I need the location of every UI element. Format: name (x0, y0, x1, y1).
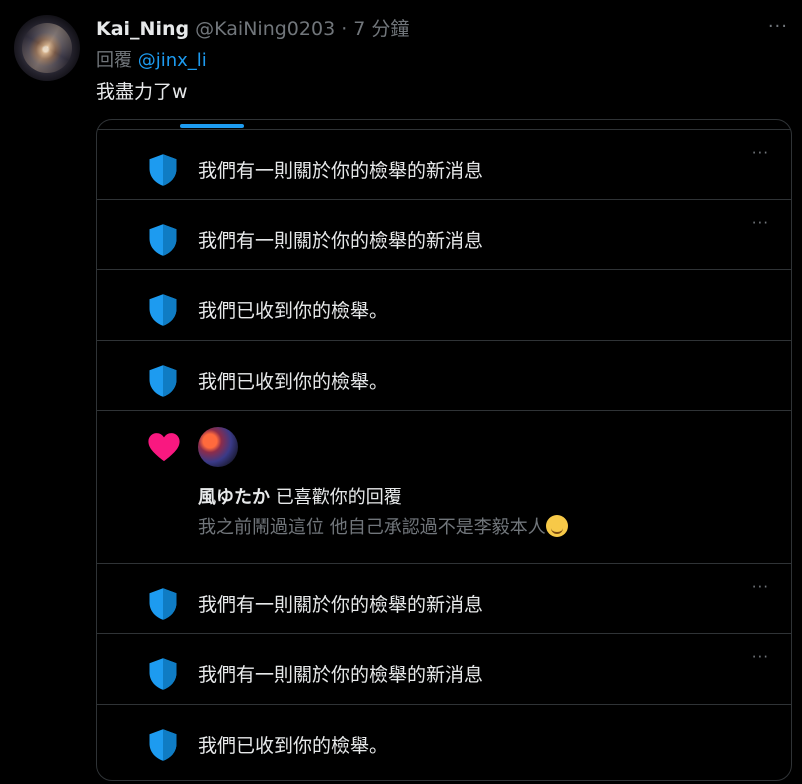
user-handle[interactable]: @KaiNing0203 (195, 18, 335, 40)
more-options-icon[interactable]: ··· (752, 578, 769, 596)
active-tab-indicator (180, 124, 244, 128)
separator: · (341, 18, 348, 40)
display-name[interactable]: Kai_Ning (96, 18, 189, 40)
shield-icon (149, 658, 177, 690)
more-options-icon[interactable]: ··· (752, 214, 769, 232)
notification-text: 我們有一則關於你的檢舉的新消息 (198, 160, 484, 182)
shield-icon (149, 224, 177, 256)
notification-text: 我們有一則關於你的檢舉的新消息 (198, 230, 484, 252)
liked-reply-content: 我之前鬧過這位 他自己承認過不是李毅本人 (198, 517, 546, 538)
shield-icon (149, 154, 177, 186)
tab-bar (97, 120, 791, 130)
smirking-face-icon (545, 515, 568, 537)
shield-icon (149, 588, 177, 620)
notification-text: 我們已收到你的檢舉。 (198, 300, 389, 322)
more-options-icon[interactable]: ··· (768, 16, 788, 37)
shield-icon (149, 294, 177, 326)
like-notification-item[interactable]: 風ゆたか 已喜歡你的回覆 我之前鬧過這位 他自己承認過不是李毅本人 (97, 411, 791, 564)
reply-mention-link[interactable]: @jinx_li (138, 50, 207, 71)
notification-item[interactable]: 我們有一則關於你的檢舉的新消息 ··· (97, 130, 791, 200)
reply-prefix: 回覆 (96, 50, 132, 71)
notification-text: 我們有一則關於你的檢舉的新消息 (198, 594, 484, 616)
more-options-icon[interactable]: ··· (752, 648, 769, 666)
notification-text: 我們已收到你的檢舉。 (198, 371, 389, 393)
attached-image-card[interactable]: 我們有一則關於你的檢舉的新消息 ··· 我們有一則關於你的檢舉的新消息 ··· … (96, 119, 792, 781)
notification-text: 我們已收到你的檢舉。 (198, 735, 389, 757)
liker-avatar[interactable] (198, 427, 238, 467)
like-summary: 風ゆたか 已喜歡你的回覆 (198, 483, 402, 509)
notification-item[interactable]: 我們已收到你的檢舉。 (97, 341, 791, 411)
notification-item[interactable]: 我們已收到你的檢舉。 (97, 705, 791, 780)
shield-icon (149, 729, 177, 761)
galaxy-image (22, 23, 72, 73)
notification-item[interactable]: 我們有一則關於你的檢舉的新消息 ··· (97, 564, 791, 634)
notification-text: 我們有一則關於你的檢舉的新消息 (198, 664, 484, 686)
shield-icon (149, 365, 177, 397)
notification-item[interactable]: 我們有一則關於你的檢舉的新消息 ··· (97, 634, 791, 705)
liker-name[interactable]: 風ゆたか (198, 487, 270, 508)
tweet-text: 我盡力了w (96, 81, 188, 103)
heart-icon (148, 433, 180, 462)
like-action-text: 已喜歡你的回覆 (275, 487, 402, 508)
reply-context: 回覆 @jinx_li (96, 46, 207, 72)
notification-item[interactable]: 我們有一則關於你的檢舉的新消息 ··· (97, 200, 791, 270)
timestamp[interactable]: 7 分鐘 (353, 18, 409, 40)
liked-reply-text: 我之前鬧過這位 他自己承認過不是李毅本人 (198, 513, 568, 539)
author-avatar[interactable] (14, 15, 80, 81)
tweet-header: Kai_Ning @KaiNing0203 · 7 分鐘 (96, 14, 802, 44)
notification-item[interactable]: 我們已收到你的檢舉。 (97, 270, 791, 341)
more-options-icon[interactable]: ··· (752, 144, 769, 162)
